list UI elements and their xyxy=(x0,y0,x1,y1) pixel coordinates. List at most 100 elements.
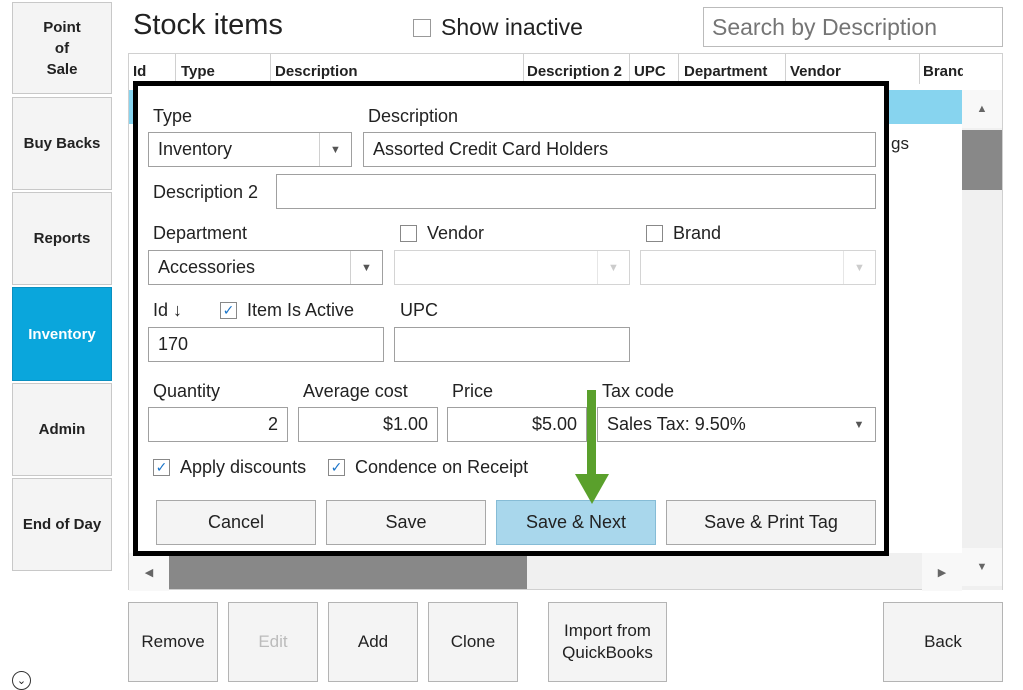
column-header-description-2[interactable]: Description 2 xyxy=(527,63,622,80)
triangle-left-icon[interactable]: ◀ xyxy=(129,553,169,591)
triangle-right-icon[interactable]: ▶ xyxy=(922,553,962,591)
price-label: Price xyxy=(452,381,494,401)
price-field[interactable]: $5.00 xyxy=(447,407,587,442)
type-dropdown[interactable]: Inventory ▼ xyxy=(148,132,352,167)
sidebar-scroll-down-icon[interactable]: ⌄ xyxy=(12,671,31,690)
vertical-scrollbar[interactable]: ▲ ▼ xyxy=(962,90,1002,590)
column-header-department[interactable]: Department xyxy=(684,63,767,80)
arrow-down-icon xyxy=(575,390,609,504)
sidebar-item-inventory[interactable]: Inventory xyxy=(12,287,112,381)
description-2-label: Description 2 xyxy=(153,182,259,202)
vertical-scroll-thumb[interactable] xyxy=(962,130,1002,190)
save-and-print-tag-button[interactable]: Save & Print Tag xyxy=(666,500,876,545)
horizontal-scroll-thumb[interactable] xyxy=(169,553,527,589)
column-header-id[interactable]: Id xyxy=(133,63,146,80)
column-header-type[interactable]: Type xyxy=(181,63,215,80)
description-value: Assorted Credit Card Holders xyxy=(373,139,609,159)
upc-field[interactable] xyxy=(394,327,630,362)
department-value: Accessories xyxy=(158,257,256,277)
quantity-field[interactable]: 2 xyxy=(148,407,288,442)
chevron-down-icon: ▼ xyxy=(853,418,865,431)
table-cell-partial: gs xyxy=(891,134,909,153)
edit-item-dialog: Type Inventory ▼ Description Assorted Cr… xyxy=(133,81,889,556)
chevron-down-icon: ▼ xyxy=(319,133,351,166)
column-divider xyxy=(270,54,271,84)
sidebar-item-label: Admin xyxy=(38,421,86,438)
description-field[interactable]: Assorted Credit Card Holders xyxy=(363,132,876,167)
vendor-toggle[interactable]: Vendor xyxy=(400,223,484,244)
column-divider xyxy=(678,54,679,84)
condense-on-receipt-label: Condence on Receipt xyxy=(355,457,529,477)
chevron-down-icon: ▼ xyxy=(843,251,875,284)
id-field[interactable]: 170 xyxy=(148,327,384,362)
apply-discounts-checkbox[interactable]: ✓ xyxy=(153,459,170,476)
add-button[interactable]: Add xyxy=(328,602,418,682)
column-header-description[interactable]: Description xyxy=(275,63,358,80)
brand-checkbox[interactable] xyxy=(646,225,663,242)
apply-discounts-label: Apply discounts xyxy=(180,457,307,477)
edit-button[interactable]: Edit xyxy=(228,602,318,682)
show-inactive-toggle[interactable]: Show inactive xyxy=(413,14,583,41)
column-header-brand[interactable]: Brand xyxy=(923,63,963,80)
remove-button[interactable]: Remove xyxy=(128,602,218,682)
column-header-upc[interactable]: UPC xyxy=(634,63,666,80)
department-label: Department xyxy=(153,223,248,243)
horizontal-scrollbar[interactable]: ◀ ▶ xyxy=(129,553,962,591)
sidebar-item-reports[interactable]: Reports xyxy=(12,192,112,285)
vendor-label: Vendor xyxy=(427,223,485,243)
column-divider xyxy=(785,54,786,84)
type-label: Type xyxy=(153,106,193,126)
sidebar-item-end-of-day[interactable]: End of Day xyxy=(12,478,112,571)
check-icon: ✓ xyxy=(155,459,168,475)
item-active-checkbox[interactable]: ✓ xyxy=(220,302,237,319)
triangle-down-icon[interactable]: ▼ xyxy=(962,548,1002,586)
brand-dropdown: ▼ xyxy=(640,250,876,285)
quantity-value: 2 xyxy=(267,414,278,434)
search-input[interactable] xyxy=(703,7,1003,47)
clone-button[interactable]: Clone xyxy=(428,602,518,682)
condense-on-receipt-toggle[interactable]: ✓ Condence on Receipt xyxy=(328,457,528,478)
average-cost-value: $1.00 xyxy=(382,414,428,434)
tax-code-dropdown[interactable]: Sales Tax: 9.50% ▼ xyxy=(597,407,876,442)
item-active-label: Item Is Active xyxy=(247,300,355,320)
column-divider xyxy=(175,54,176,84)
department-dropdown[interactable]: Accessories ▼ xyxy=(148,250,383,285)
sidebar-item-label: End of Day xyxy=(22,516,102,533)
average-cost-field[interactable]: $1.00 xyxy=(298,407,438,442)
brand-label: Brand xyxy=(673,223,722,243)
check-icon: ✓ xyxy=(330,459,343,475)
sidebar-item-label: Reports xyxy=(33,230,91,247)
quantity-label: Quantity xyxy=(153,381,221,401)
description-label: Description xyxy=(368,106,459,126)
id-label[interactable]: Id ↓ xyxy=(153,300,182,321)
type-value: Inventory xyxy=(158,139,233,159)
sidebar-item-label: Buy Backs xyxy=(23,135,101,152)
condense-on-receipt-checkbox[interactable]: ✓ xyxy=(328,459,345,476)
upc-label: UPC xyxy=(400,300,439,320)
column-header-vendor[interactable]: Vendor xyxy=(790,63,841,80)
price-value: $5.00 xyxy=(531,414,577,434)
sidebar-item-label: Inventory xyxy=(28,325,96,343)
sidebar-item-point-of-sale[interactable]: Point of Sale xyxy=(12,2,112,94)
sidebar: Point of Sale Buy Backs Reports Inventor… xyxy=(0,0,122,690)
id-value: 170 xyxy=(158,334,189,354)
column-divider xyxy=(919,54,920,84)
vendor-checkbox[interactable] xyxy=(400,225,417,242)
sidebar-item-label: Point of Sale xyxy=(43,18,81,78)
chevron-down-icon: ▼ xyxy=(597,251,629,284)
item-active-toggle[interactable]: ✓ Item Is Active xyxy=(220,300,354,321)
sidebar-item-admin[interactable]: Admin xyxy=(12,383,112,476)
apply-discounts-toggle[interactable]: ✓ Apply discounts xyxy=(153,457,306,478)
description-2-field[interactable] xyxy=(276,174,876,209)
import-from-quickbooks-button[interactable]: Import from QuickBooks xyxy=(548,602,667,682)
triangle-up-icon[interactable]: ▲ xyxy=(962,90,1002,128)
tax-code-label: Tax code xyxy=(602,381,675,401)
show-inactive-checkbox[interactable] xyxy=(413,18,431,37)
save-button[interactable]: Save xyxy=(326,500,486,545)
brand-toggle[interactable]: Brand xyxy=(646,223,721,244)
cancel-button[interactable]: Cancel xyxy=(156,500,316,545)
back-button[interactable]: Back xyxy=(883,602,1003,682)
tax-code-value: Sales Tax: 9.50% xyxy=(607,414,746,434)
column-divider xyxy=(629,54,630,84)
sidebar-item-buy-backs[interactable]: Buy Backs xyxy=(12,97,112,190)
